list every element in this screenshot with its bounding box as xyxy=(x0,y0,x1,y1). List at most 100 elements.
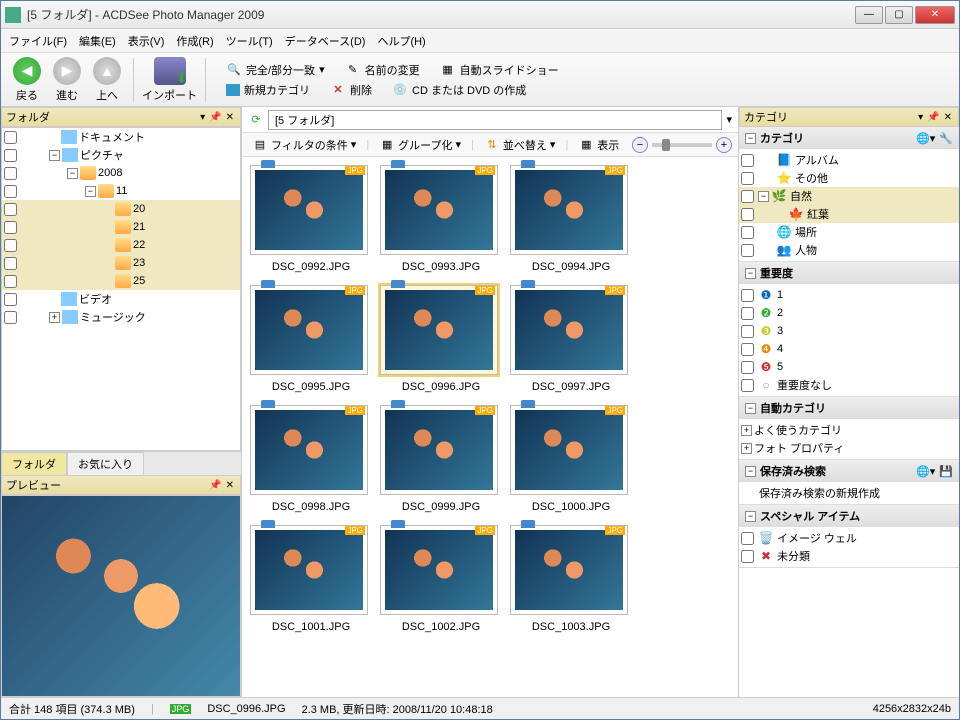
cat-label[interactable]: 1 xyxy=(777,289,783,301)
panel-close-icon[interactable]: ✕ xyxy=(224,112,236,123)
cat-label[interactable]: 保存済み検索の新規作成 xyxy=(759,485,880,501)
tree-checkbox[interactable] xyxy=(4,131,17,144)
refresh-icon[interactable]: ⟳ xyxy=(248,112,264,128)
sort-button[interactable]: ⇅並べ替え ▾ xyxy=(480,135,560,155)
cat-checkbox[interactable] xyxy=(741,289,754,302)
up-button[interactable]: ▲上へ xyxy=(89,57,125,103)
thumbnail-grid[interactable]: JPGDSC_0992.JPGJPGDSC_0993.JPGJPGDSC_099… xyxy=(242,157,738,697)
path-dropdown-icon[interactable]: ▾ xyxy=(726,113,732,126)
tab-folder[interactable]: フォルダ xyxy=(1,452,67,475)
collapse-icon[interactable]: − xyxy=(758,191,769,202)
thumbnail-item[interactable]: JPGDSC_0998.JPG xyxy=(250,405,372,513)
newcategory-button[interactable]: 新規カテゴリ xyxy=(226,82,310,98)
tool-icon[interactable]: 🔧 xyxy=(939,132,953,145)
cat-checkbox[interactable] xyxy=(741,154,754,167)
disc-button[interactable]: 💿CD または DVD の作成 xyxy=(392,82,526,98)
menu-database[interactable]: データベース(D) xyxy=(285,33,366,49)
cat-label[interactable]: イメージ ウェル xyxy=(777,530,857,546)
tree-label[interactable]: 23 xyxy=(133,257,145,269)
panel-close-icon[interactable]: ✕ xyxy=(942,112,954,123)
tree-checkbox[interactable] xyxy=(4,185,17,198)
rename-button[interactable]: ✎名前の変更 xyxy=(345,62,420,78)
collapse-icon[interactable]: − xyxy=(49,150,60,161)
cat-label[interactable]: 未分類 xyxy=(777,548,810,564)
pin-icon[interactable]: 📌 xyxy=(207,480,223,491)
cat-checkbox[interactable] xyxy=(741,325,754,338)
cat-checkbox[interactable] xyxy=(741,361,754,374)
panel-close-icon[interactable]: ✕ xyxy=(224,480,236,491)
folder-tree[interactable]: ドキュメント −ピクチャ −2008 −11 20 21 22 23 25 ビデ… xyxy=(1,127,241,451)
thumbnail-item[interactable]: JPGDSC_0996.JPG xyxy=(380,285,502,393)
tree-checkbox[interactable] xyxy=(4,239,17,252)
cat-checkbox[interactable] xyxy=(741,172,754,185)
panel-dropdown-icon[interactable]: ▾ xyxy=(198,112,207,123)
minimize-button[interactable]: — xyxy=(855,6,883,24)
pin-icon[interactable]: 📌 xyxy=(925,112,941,123)
thumbnail-item[interactable]: JPGDSC_1003.JPG xyxy=(510,525,632,633)
thumbnail-item[interactable]: JPGDSC_0992.JPG xyxy=(250,165,372,273)
cat-checkbox[interactable] xyxy=(741,226,754,239)
zoom-slider[interactable] xyxy=(652,143,712,147)
filter-button[interactable]: ▤フィルタの条件 ▾ xyxy=(248,135,360,155)
thumbnail-item[interactable]: JPGDSC_0999.JPG xyxy=(380,405,502,513)
menu-file[interactable]: ファイル(F) xyxy=(9,33,67,49)
cat-checkbox[interactable] xyxy=(741,550,754,563)
collapse-icon[interactable]: − xyxy=(745,511,756,522)
tree-checkbox[interactable] xyxy=(4,275,17,288)
menu-tool[interactable]: ツール(T) xyxy=(226,33,273,49)
tree-label[interactable]: ドキュメント xyxy=(79,129,145,145)
cat-checkbox[interactable] xyxy=(741,532,754,545)
collapse-icon[interactable]: − xyxy=(745,466,756,477)
thumbnail-item[interactable]: JPGDSC_1000.JPG xyxy=(510,405,632,513)
panel-dropdown-icon[interactable]: ▾ xyxy=(916,112,925,123)
cat-label[interactable]: 4 xyxy=(777,343,783,355)
cat-header-special[interactable]: −スペシャル アイテム xyxy=(739,505,959,527)
path-input[interactable] xyxy=(268,110,722,130)
cat-header-category[interactable]: −カテゴリ🌐▾🔧 xyxy=(739,127,959,149)
cat-label[interactable]: 2 xyxy=(777,307,783,319)
collapse-icon[interactable]: − xyxy=(67,168,78,179)
collapse-icon[interactable]: − xyxy=(745,133,756,144)
cat-label[interactable]: 場所 xyxy=(795,224,817,240)
tree-checkbox[interactable] xyxy=(4,311,17,324)
menu-edit[interactable]: 編集(E) xyxy=(79,33,116,49)
import-button[interactable]: インポート xyxy=(142,57,197,103)
tree-checkbox[interactable] xyxy=(4,167,17,180)
tab-favorite[interactable]: お気に入り xyxy=(67,452,144,475)
thumbnail-item[interactable]: JPGDSC_0995.JPG xyxy=(250,285,372,393)
globe-icon[interactable]: 🌐▾ xyxy=(916,465,935,478)
tree-checkbox[interactable] xyxy=(4,203,17,216)
thumbnail-item[interactable]: JPGDSC_1001.JPG xyxy=(250,525,372,633)
tree-label[interactable]: 20 xyxy=(133,203,145,215)
expand-icon[interactable]: + xyxy=(49,312,60,323)
tree-label[interactable]: ビデオ xyxy=(79,291,112,307)
tree-label[interactable]: 11 xyxy=(116,185,127,197)
cat-label[interactable]: アルバム xyxy=(795,152,839,168)
tree-checkbox[interactable] xyxy=(4,293,17,306)
cat-checkbox[interactable] xyxy=(741,244,754,257)
menu-view[interactable]: 表示(V) xyxy=(128,33,165,49)
delete-button[interactable]: ✕削除 xyxy=(330,82,372,98)
pin-icon[interactable]: 📌 xyxy=(207,112,223,123)
tree-label[interactable]: ピクチャ xyxy=(80,147,124,163)
cat-label[interactable]: よく使うカテゴリ xyxy=(754,422,842,438)
thumbnail-item[interactable]: JPGDSC_0994.JPG xyxy=(510,165,632,273)
tree-label[interactable]: ミュージック xyxy=(80,309,146,325)
save-search-icon[interactable]: 💾 xyxy=(939,465,953,478)
tree-label[interactable]: 22 xyxy=(133,239,145,251)
menu-help[interactable]: ヘルプ(H) xyxy=(377,33,425,49)
cat-header-auto[interactable]: −自動カテゴリ xyxy=(739,397,959,419)
cat-header-saved[interactable]: −保存済み検索🌐▾💾 xyxy=(739,460,959,482)
slideshow-button[interactable]: ▦自動スライドショー xyxy=(440,62,559,78)
tree-label[interactable]: 21 xyxy=(133,221,145,233)
collapse-icon[interactable]: − xyxy=(85,186,96,197)
cat-label[interactable]: 3 xyxy=(777,325,783,337)
collapse-icon[interactable]: − xyxy=(745,268,756,279)
tree-checkbox[interactable] xyxy=(4,221,17,234)
group-button[interactable]: ▦グループ化 ▾ xyxy=(375,135,465,155)
cat-header-importance[interactable]: −重要度 xyxy=(739,262,959,284)
forward-button[interactable]: ▶進む xyxy=(49,57,85,103)
cat-label[interactable]: 自然 xyxy=(790,188,812,204)
expand-icon[interactable]: + xyxy=(741,443,752,454)
cat-label[interactable]: 紅葉 xyxy=(807,206,829,222)
